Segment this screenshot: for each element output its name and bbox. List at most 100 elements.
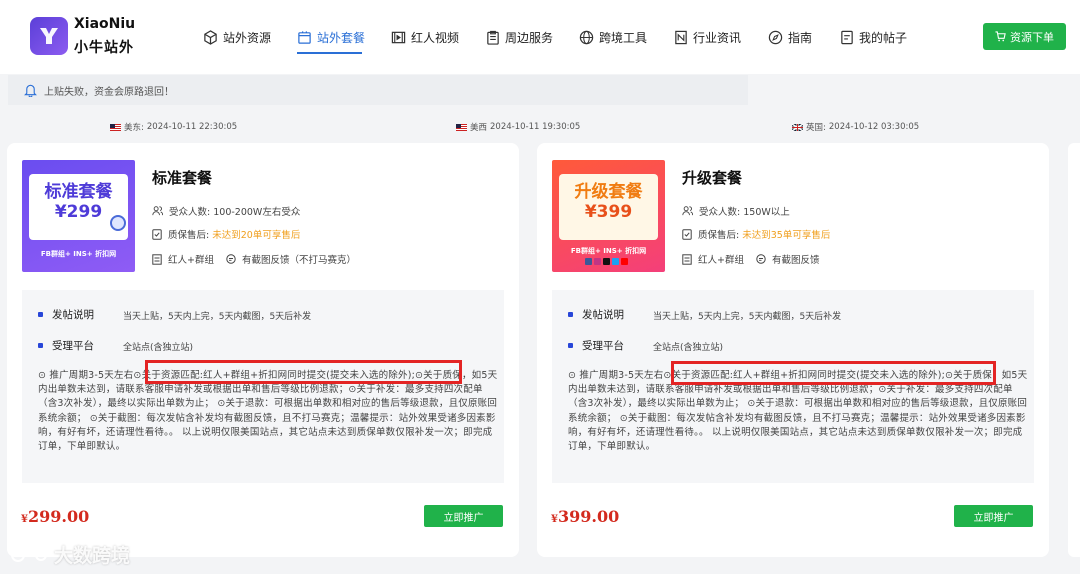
promote-now-button[interactable]: 立即推广 bbox=[954, 505, 1033, 527]
platform-value: 全站点(含独立站) bbox=[653, 343, 724, 353]
nav-label: 我的帖子 bbox=[859, 30, 908, 45]
nav-peripheral-services[interactable]: 周边服务 bbox=[486, 27, 553, 47]
thumbnail-tag: FB群组+ INS+ 折扣网 bbox=[40, 250, 117, 258]
platform-label: 受理平台 bbox=[568, 338, 624, 353]
thumbnail-title: 升级套餐 bbox=[574, 182, 643, 202]
notice-text: 上贴失败，资金会原路退回！ bbox=[44, 86, 174, 98]
highlight-box bbox=[145, 360, 462, 384]
video-icon bbox=[391, 31, 406, 43]
news-icon bbox=[675, 30, 687, 44]
xiaoniu-logo[interactable] bbox=[30, 17, 68, 55]
audience-label: 受众人数: bbox=[169, 207, 211, 218]
users-icon bbox=[682, 206, 693, 216]
uk-flag-icon bbox=[792, 123, 803, 131]
package-card-upgrade: 升级套餐 ¥399 FB群组+ INS+ 折扣网 升级套餐 受众人数: 150W… bbox=[537, 143, 1049, 557]
compass-icon bbox=[768, 30, 783, 44]
audience-row: 受众人数: 100-200W左右受众 bbox=[152, 204, 300, 218]
posting-label-text: 发帖说明 bbox=[582, 309, 624, 321]
highlight-box bbox=[671, 361, 996, 385]
youtube-icon bbox=[621, 258, 628, 265]
timezone-label: 美东: bbox=[124, 123, 144, 133]
clipboard-icon bbox=[487, 30, 499, 45]
timezone-time: 2024-10-12 03:30:05 bbox=[828, 122, 920, 132]
nav-crossborder-tools[interactable]: 跨境工具 bbox=[579, 27, 647, 47]
tiktok-icon bbox=[603, 258, 610, 265]
audience-label: 受众人数: bbox=[699, 207, 741, 218]
list-icon bbox=[682, 253, 692, 265]
timezone-us-west: 美西 2024-10-11 19:30:05 bbox=[456, 121, 580, 133]
watermark: 大数跨境 bbox=[10, 541, 130, 568]
nav-industry-news[interactable]: 行业资讯 bbox=[674, 27, 741, 47]
shield-check-icon bbox=[152, 228, 162, 240]
package-price: ¥299.00 bbox=[21, 507, 89, 526]
chat-icon bbox=[756, 254, 766, 264]
currency-symbol: ¥ bbox=[21, 514, 28, 525]
twitter-icon bbox=[612, 258, 619, 265]
audience-value: 150W以上 bbox=[743, 207, 790, 218]
nav-label: 指南 bbox=[788, 30, 813, 45]
brand-name-cn: 小牛站外 bbox=[74, 40, 134, 56]
package-card-standard: 标准套餐 ¥299 FB群组+ INS+ 折扣网 标准套餐 受众人数: 100-… bbox=[7, 143, 519, 557]
feature-b: 有截图反馈（不打马赛克） bbox=[241, 255, 356, 266]
feature-a: 红人+群组 bbox=[698, 255, 744, 266]
watermark-logo-icon bbox=[11, 546, 47, 562]
package-title: 升级套餐 bbox=[682, 169, 743, 187]
us-flag-icon bbox=[110, 123, 121, 131]
nav-guide[interactable]: 指南 bbox=[768, 27, 812, 47]
after-sale-row: 质保售后: 未达到20单可享售后 bbox=[152, 227, 300, 241]
posting-label: 发帖说明 bbox=[568, 307, 624, 322]
nav-label: 站外资源 bbox=[223, 30, 272, 45]
after-sale-label: 质保售后: bbox=[168, 230, 210, 241]
posting-label: 发帖说明 bbox=[38, 307, 94, 322]
feature-b: 有截图反馈 bbox=[771, 255, 820, 266]
audience-row: 受众人数: 150W以上 bbox=[682, 204, 790, 218]
price-value: 299.00 bbox=[27, 507, 90, 526]
notice-bar: 上贴失败，资金会原路退回！ bbox=[8, 75, 748, 105]
watermark-text: 大数跨境 bbox=[54, 545, 131, 567]
after-sale-value: 未达到35单可享售后 bbox=[742, 230, 831, 241]
nav-label: 行业资讯 bbox=[693, 30, 742, 45]
thumbnail-tag: FB群组+ INS+ 折扣网 bbox=[570, 247, 647, 255]
package-icon bbox=[298, 30, 311, 44]
posting-value: 当天上贴，5天内上完，5天内截图，5天后补发 bbox=[123, 312, 312, 322]
promote-now-button[interactable]: 立即推广 bbox=[424, 505, 503, 527]
cart-icon bbox=[995, 31, 1006, 42]
social-icons bbox=[585, 258, 628, 265]
platform-label-text: 受理平台 bbox=[52, 340, 94, 352]
nav-label: 红人视频 bbox=[411, 30, 460, 45]
thumbnail-price: ¥399 bbox=[584, 202, 633, 222]
timezone-us-east: 美东: 2024-10-11 22:30:05 bbox=[110, 121, 237, 133]
currency-symbol: ¥ bbox=[551, 514, 558, 525]
globe-icon bbox=[579, 30, 594, 44]
list-icon bbox=[152, 253, 162, 265]
package-title: 标准套餐 bbox=[152, 169, 213, 187]
after-sale-label: 质保售后: bbox=[698, 230, 740, 241]
audience-value: 100-200W左右受众 bbox=[213, 207, 301, 218]
resource-order-button[interactable]: 资源下单 bbox=[983, 23, 1066, 50]
after-sale-value: 未达到20单可享售后 bbox=[212, 230, 301, 241]
nav-influencer-video[interactable]: 红人视频 bbox=[391, 27, 459, 47]
features-row: 红人+群组 有截图反馈 bbox=[682, 252, 819, 266]
bullet-icon bbox=[568, 312, 573, 317]
top-header: XiaoNiu 小牛站外 站外资源 站外套餐 红人视频 周边服务 跨境工具 行业… bbox=[0, 0, 1080, 74]
next-card-edge bbox=[1068, 143, 1080, 557]
nav-offsite-resources[interactable]: 站外资源 bbox=[203, 27, 271, 47]
active-tab-underline bbox=[297, 52, 362, 54]
package-thumbnail: 升级套餐 ¥399 FB群组+ INS+ 折扣网 bbox=[552, 160, 665, 272]
chat-icon bbox=[226, 254, 236, 264]
nav-offsite-packages[interactable]: 站外套餐 bbox=[297, 27, 365, 47]
nav-my-posts[interactable]: 我的帖子 bbox=[840, 27, 907, 47]
facebook-icon bbox=[585, 258, 592, 265]
instagram-icon bbox=[594, 258, 601, 265]
timezone-time: 2024-10-11 19:30:05 bbox=[490, 122, 581, 132]
nav-label: 站外套餐 bbox=[317, 30, 366, 45]
bell-icon bbox=[24, 84, 37, 97]
resource-order-label: 资源下单 bbox=[1010, 30, 1054, 44]
cube-icon bbox=[204, 29, 217, 45]
nav-label: 跨境工具 bbox=[599, 30, 648, 45]
timezone-uk: 英国: 2024-10-12 03:30:05 bbox=[792, 121, 919, 133]
thumbnail-title: 标准套餐 bbox=[44, 182, 113, 202]
shield-check-icon bbox=[682, 228, 692, 240]
bullet-icon bbox=[38, 343, 43, 348]
us-flag-icon bbox=[456, 123, 467, 131]
